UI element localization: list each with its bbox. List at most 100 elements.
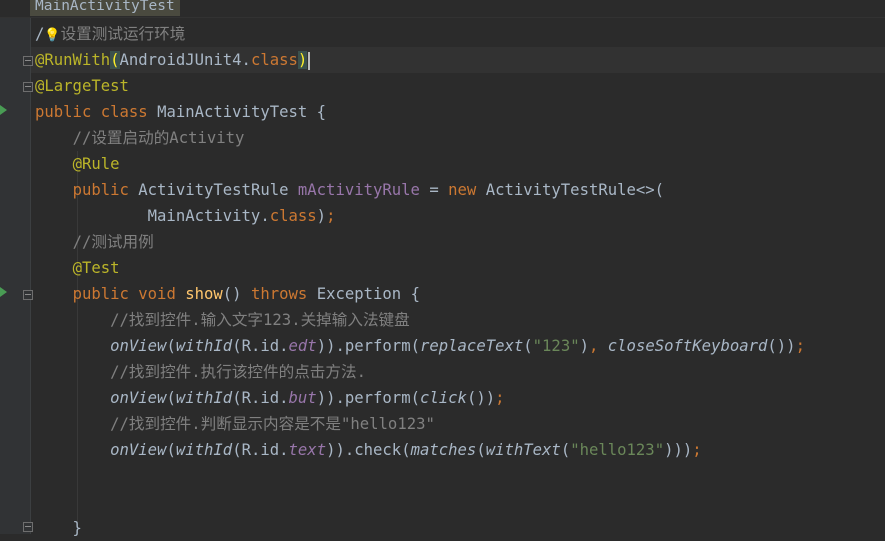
code-line[interactable]: @RunWith(AndroidJUnit4.class) bbox=[35, 47, 805, 73]
code-line[interactable]: //找到控件.判断显示内容是不是"hello123" bbox=[35, 411, 805, 437]
code-line[interactable] bbox=[35, 463, 805, 489]
code-token: (R.id. bbox=[232, 389, 289, 407]
code-line[interactable]: } bbox=[35, 515, 805, 541]
code-token: "hello123" bbox=[570, 441, 665, 459]
code-token: , bbox=[589, 337, 608, 355]
code-token: //测试用例 bbox=[72, 233, 154, 251]
code-token: ActivityTestRule<>( bbox=[485, 181, 665, 199]
code-token: onView bbox=[110, 337, 167, 355]
code-token: @LargeTest bbox=[35, 77, 129, 95]
code-token: @Test bbox=[72, 259, 120, 277]
code-token: "123" bbox=[532, 337, 580, 355]
code-token: MainActivity. bbox=[35, 207, 270, 225]
code-token: //找到控件.执行该控件的点击方法. bbox=[110, 363, 366, 381]
code-token: public bbox=[72, 181, 139, 199]
editor-gutter bbox=[0, 0, 30, 534]
code-line[interactable]: public class MainActivityTest { bbox=[35, 99, 805, 125]
code-editor[interactable]: /💡设置测试运行环境 @RunWith(AndroidJUnit4.class) @… bbox=[35, 21, 805, 541]
code-token: ( bbox=[166, 441, 176, 459]
code-line[interactable]: MainActivity.class); bbox=[35, 203, 805, 229]
code-line[interactable]: public void show() throws Exception { bbox=[35, 281, 805, 307]
editor-tab-mainactivitytest[interactable]: MainActivityTest bbox=[30, 0, 180, 16]
code-token: AndroidJUnit4. bbox=[119, 51, 251, 69]
code-token: ( bbox=[560, 441, 571, 459]
code-line[interactable]: onView(withId(R.id.but)).perform(click()… bbox=[35, 385, 805, 411]
code-line[interactable]: public ActivityTestRule mActivityRule = … bbox=[35, 177, 805, 203]
code-token: ( bbox=[110, 51, 120, 69]
run-test-method-icon[interactable] bbox=[0, 287, 7, 297]
code-token: click bbox=[419, 389, 467, 407]
code-token: )).perform( bbox=[316, 389, 420, 407]
code-token: )).check( bbox=[326, 441, 411, 459]
code-token: ( bbox=[476, 441, 486, 459]
code-token: (R.id. bbox=[232, 337, 289, 355]
code-token: ; bbox=[326, 207, 336, 225]
fold-icon[interactable] bbox=[23, 56, 33, 66]
code-token: () bbox=[222, 285, 251, 303]
code-token: (R.id. bbox=[232, 441, 289, 459]
code-token: } bbox=[35, 519, 82, 537]
code-token: class bbox=[269, 207, 317, 225]
code-token: ()) bbox=[466, 389, 496, 407]
code-token: text bbox=[288, 441, 327, 459]
code-token: / bbox=[35, 25, 45, 43]
code-line[interactable]: //测试用例 bbox=[35, 229, 805, 255]
code-line[interactable]: //设置启动的Activity bbox=[35, 125, 805, 151]
gutter-divider bbox=[30, 0, 31, 534]
code-token: 设置测试运行环境 bbox=[60, 25, 186, 43]
code-token: show bbox=[185, 285, 223, 303]
code-line[interactable]: //找到控件.执行该控件的点击方法. bbox=[35, 359, 805, 385]
code-token: ()) bbox=[767, 337, 796, 355]
code-token: @RunWith bbox=[35, 51, 111, 69]
code-token: public void bbox=[72, 285, 186, 303]
fold-icon[interactable] bbox=[23, 82, 33, 92]
code-token: @Rule bbox=[72, 155, 120, 173]
run-test-class-icon[interactable] bbox=[0, 105, 7, 115]
code-token: )).perform( bbox=[316, 337, 420, 355]
code-line[interactable]: onView(withId(R.id.text)).check(matches(… bbox=[35, 437, 805, 463]
fold-icon[interactable] bbox=[23, 522, 33, 532]
code-token: ; bbox=[692, 441, 702, 459]
code-token: = bbox=[419, 181, 449, 199]
code-token: withId bbox=[175, 337, 233, 355]
code-token: withId bbox=[175, 441, 233, 459]
code-token: mActivityRule bbox=[297, 181, 420, 199]
fold-icon[interactable] bbox=[23, 290, 33, 300]
code-line[interactable]: @Test bbox=[35, 255, 805, 281]
editor-tab-strip: MainActivityTest bbox=[0, 0, 885, 18]
code-token: public class bbox=[35, 103, 158, 121]
code-token: onView bbox=[110, 389, 167, 407]
code-token: ( bbox=[166, 389, 176, 407]
code-token: MainActivityTest { bbox=[157, 103, 327, 121]
code-line[interactable]: onView(withId(R.id.edt)).perform(replace… bbox=[35, 333, 805, 359]
code-token: new bbox=[448, 181, 486, 199]
code-token: ( bbox=[166, 337, 176, 355]
text-caret bbox=[308, 51, 311, 70]
code-line[interactable]: /💡设置测试运行环境 bbox=[35, 21, 805, 47]
lightbulb-icon[interactable]: 💡 bbox=[44, 28, 60, 43]
code-token: ( bbox=[523, 337, 533, 355]
code-line[interactable]: //找到控件.输入文字123.关掉输入法键盘 bbox=[35, 307, 805, 333]
code-token: ActivityTestRule bbox=[138, 181, 298, 199]
code-token: ) bbox=[297, 51, 308, 69]
code-line[interactable] bbox=[35, 489, 805, 515]
code-token: Exception { bbox=[316, 285, 420, 303]
code-line[interactable]: @Rule bbox=[35, 151, 805, 177]
code-token: withId bbox=[175, 389, 233, 407]
code-line[interactable]: @LargeTest bbox=[35, 73, 805, 99]
code-token: closeSoftKeyboard bbox=[607, 337, 768, 355]
code-token: edt bbox=[288, 337, 317, 355]
code-token: onView bbox=[110, 441, 167, 459]
code-token: ))) bbox=[664, 441, 693, 459]
